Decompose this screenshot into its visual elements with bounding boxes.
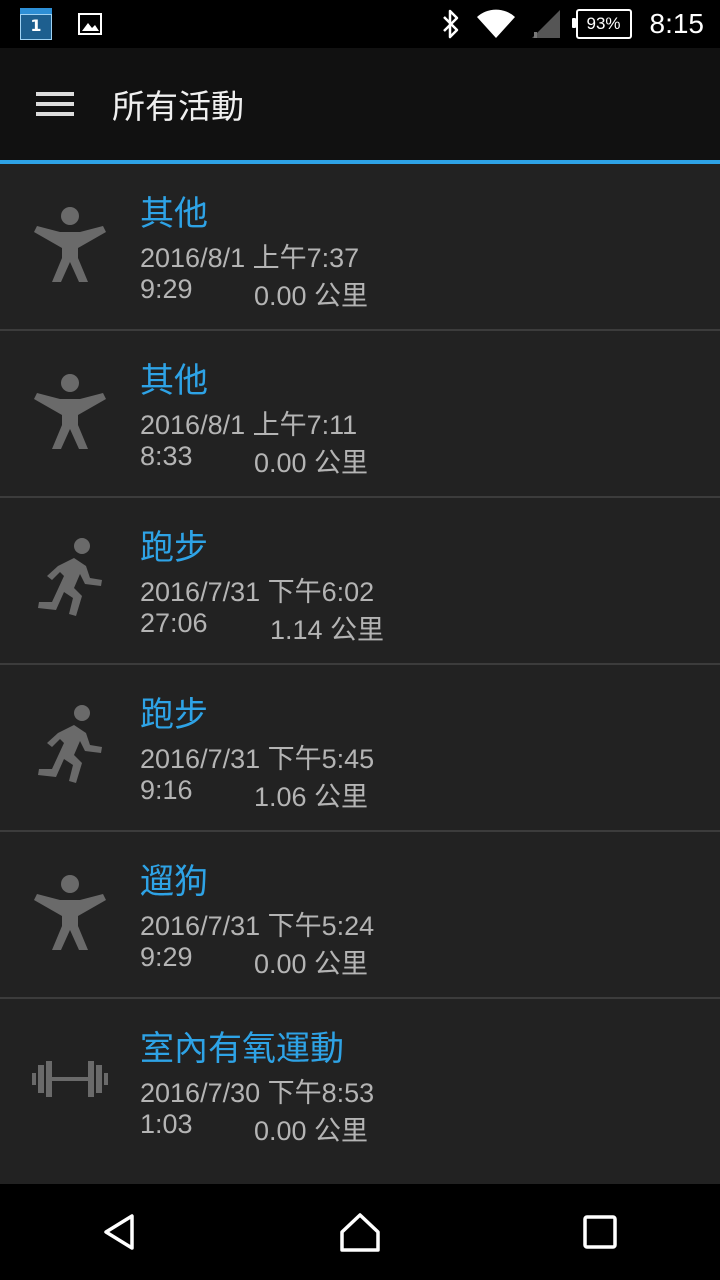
activity-date: 2016/7/30 下午8:53 bbox=[140, 1078, 375, 1108]
dumbbell-icon bbox=[32, 1061, 108, 1097]
activity-date: 2016/8/1 上午7:11 bbox=[140, 410, 358, 440]
activity-row[interactable]: 其他 2016/8/1 上午7:37 9:29 0.00 公里 bbox=[0, 164, 720, 331]
activity-date: 2016/8/1 上午7:37 bbox=[140, 243, 360, 273]
running-icon bbox=[38, 538, 102, 616]
activity-duration: 9:16 bbox=[140, 775, 193, 805]
activity-row[interactable]: 跑步 2016/7/31 下午5:45 9:16 1.06 公里 bbox=[0, 665, 720, 832]
calendar-icon: 1 bbox=[20, 8, 52, 40]
back-button[interactable] bbox=[80, 1192, 160, 1272]
activity-duration: 27:06 bbox=[140, 608, 208, 638]
person-icon bbox=[34, 875, 106, 950]
activity-distance: 0.00 公里 bbox=[254, 949, 369, 979]
person-icon bbox=[34, 374, 106, 449]
battery-level: 93% bbox=[586, 14, 621, 33]
home-button[interactable] bbox=[320, 1192, 400, 1272]
activity-duration: 9:29 bbox=[140, 942, 193, 972]
navigation-bar bbox=[0, 1184, 720, 1280]
activity-duration: 1:03 bbox=[140, 1109, 193, 1139]
activity-name: 跑步 bbox=[140, 528, 208, 568]
activity-name: 其他 bbox=[140, 194, 208, 234]
activity-row[interactable]: 遛狗 2016/7/31 下午5:24 9:29 0.00 公里 bbox=[0, 832, 720, 999]
activity-name: 其他 bbox=[140, 361, 208, 401]
activity-name: 室內有氧運動 bbox=[140, 1029, 344, 1069]
bluetooth-icon bbox=[442, 9, 458, 39]
recents-icon bbox=[583, 1215, 617, 1249]
running-icon bbox=[38, 705, 102, 783]
activity-row[interactable]: 室內有氧運動 2016/7/30 下午8:53 1:03 0.00 公里 bbox=[0, 999, 720, 1164]
activity-distance: 0.00 公里 bbox=[254, 1116, 369, 1146]
activity-distance: 0.00 公里 bbox=[254, 281, 369, 311]
activity-date: 2016/7/31 下午5:45 bbox=[140, 744, 375, 774]
calendar-day: 1 bbox=[30, 16, 42, 35]
hamburger-menu-icon[interactable] bbox=[36, 89, 76, 119]
activity-distance: 0.00 公里 bbox=[254, 448, 369, 478]
activity-duration: 9:29 bbox=[140, 274, 193, 304]
status-clock: 8:15 bbox=[649, 8, 705, 39]
activity-row[interactable]: 跑步 2016/7/31 下午6:02 27:06 1.14 公里 bbox=[0, 498, 720, 665]
app-bar: 所有活動 bbox=[0, 48, 720, 164]
battery-icon: 93% bbox=[571, 9, 632, 39]
recents-button[interactable] bbox=[560, 1192, 640, 1272]
activity-name: 遛狗 bbox=[140, 862, 208, 902]
status-bar: 1 93% 8:15 bbox=[0, 0, 720, 48]
image-icon bbox=[78, 12, 102, 36]
activity-date: 2016/7/31 下午5:24 bbox=[140, 911, 375, 941]
activity-row[interactable]: 其他 2016/8/1 上午7:11 8:33 0.00 公里 bbox=[0, 331, 720, 498]
page-title: 所有活動 bbox=[112, 87, 244, 126]
home-icon bbox=[340, 1213, 380, 1252]
activity-date: 2016/7/31 下午6:02 bbox=[140, 577, 375, 607]
wifi-icon bbox=[476, 9, 515, 38]
activity-distance: 1.06 公里 bbox=[254, 782, 369, 812]
person-icon bbox=[34, 207, 106, 282]
activity-duration: 8:33 bbox=[140, 441, 193, 471]
back-icon bbox=[104, 1214, 134, 1250]
activity-list: 其他 2016/8/1 上午7:37 9:29 0.00 公里 其他 2016/… bbox=[0, 164, 720, 1164]
signal-icon bbox=[531, 10, 560, 38]
activity-distance: 1.14 公里 bbox=[270, 615, 385, 645]
activity-name: 跑步 bbox=[140, 695, 208, 735]
